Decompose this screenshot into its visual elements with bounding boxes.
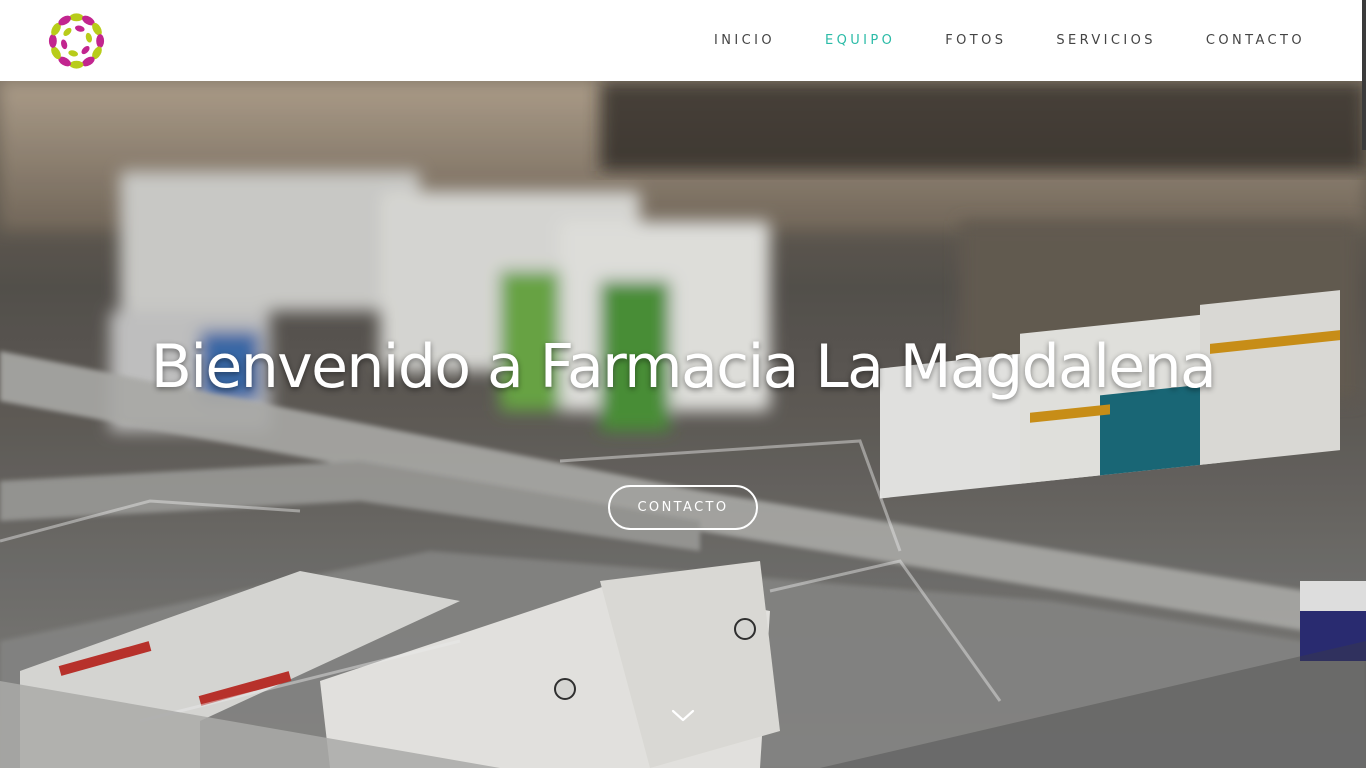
nav-item-inicio[interactable]: INICIO [714,33,775,48]
main-nav: INICIO EQUIPO FOTOS SERVICIOS CONTACTO [664,0,1305,81]
navbar: INICIO EQUIPO FOTOS SERVICIOS CONTACTO [0,0,1366,81]
hero-overlay [0,81,1366,768]
nav-item-servicios[interactable]: SERVICIOS [1056,33,1156,48]
chevron-down-icon[interactable] [671,708,695,724]
nav-item-fotos[interactable]: FOTOS [945,33,1006,48]
page-scrollbar[interactable] [1362,0,1366,150]
contact-button[interactable]: CONTACTO [608,485,758,530]
hero-title: Bienvenido a Farmacia La Magdalena [150,332,1217,402]
nav-item-equipo[interactable]: EQUIPO [825,33,895,48]
nav-item-contacto[interactable]: CONTACTO [1206,33,1305,48]
hero-section: Bienvenido a Farmacia La Magdalena CONTA… [0,81,1366,768]
pharmacy-logo-icon[interactable] [43,7,110,75]
